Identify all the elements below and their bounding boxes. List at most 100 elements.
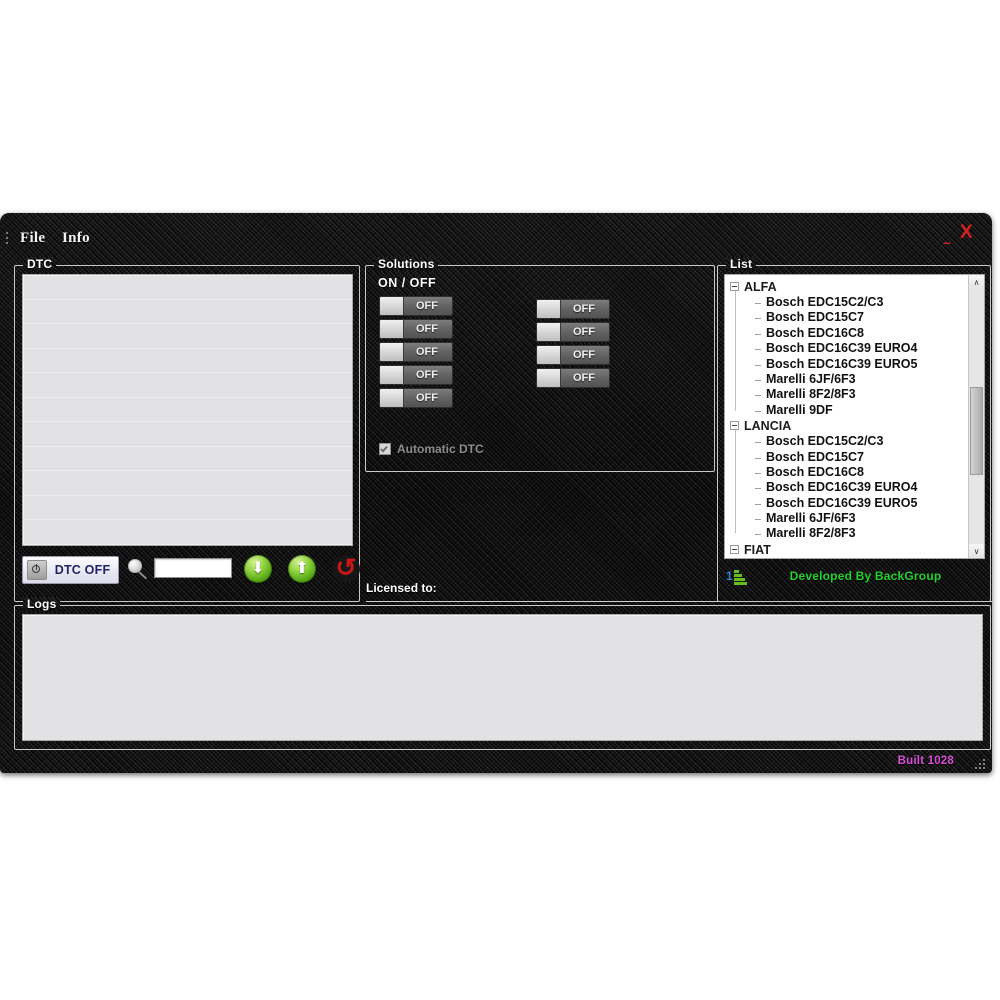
tree-item[interactable]: Bosch EDC16C39 EURO5 — [725, 357, 968, 372]
automatic-dtc-checkbox[interactable] — [379, 443, 391, 455]
close-button[interactable]: X — [960, 223, 973, 243]
scroll-up-icon[interactable]: ∧ — [969, 275, 984, 289]
tree-item[interactable]: Bosch EDC15C7 — [725, 450, 968, 465]
dtc-panel-title: DTC — [23, 257, 56, 271]
statistics-icon-bar — [734, 573, 742, 577]
arrow-down-icon: ⬇ — [251, 560, 265, 577]
menu-bar: File Info – X — [0, 213, 992, 253]
search-icon[interactable] — [126, 558, 150, 584]
solution-toggle-8[interactable]: OFF — [536, 345, 610, 365]
tree-item[interactable]: Marelli 6JF/6F3 — [725, 511, 968, 526]
search-input[interactable] — [154, 558, 232, 578]
tree-scrollbar[interactable]: ∧ ∨ — [968, 275, 984, 558]
statistics-icon[interactable]: 1 — [726, 568, 748, 585]
solution-toggle-3[interactable]: OFF — [379, 342, 453, 362]
dtc-list-row[interactable] — [23, 447, 352, 471]
list-panel-title: List — [726, 257, 756, 271]
solution-toggle-6[interactable]: OFF — [536, 299, 610, 319]
toggle-knob — [537, 369, 561, 387]
developed-by-label: Developed By BackGroup — [789, 569, 942, 583]
toggle-state-label: OFF — [573, 326, 595, 338]
solution-toggle-4[interactable]: OFF — [379, 365, 453, 385]
list-panel: List ALFA Bosch EDC15C2/C3 Bosch EDC15C7… — [717, 257, 991, 602]
arrow-up-icon: ⬆ — [295, 560, 309, 577]
tree-group-label: ALFA — [744, 280, 777, 294]
tree-item[interactable]: Bosch EDC16C39 EURO4 — [725, 341, 968, 356]
on-off-header-label: ON / OFF — [378, 276, 437, 290]
automatic-dtc-checkbox-row[interactable]: Automatic DTC — [379, 442, 484, 456]
dtc-list-row[interactable] — [23, 520, 352, 545]
solution-toggle-2[interactable]: OFF — [379, 319, 453, 339]
toggle-knob — [380, 366, 404, 384]
toggle-state-label: OFF — [416, 323, 438, 335]
menu-item-file[interactable]: File — [20, 230, 45, 247]
collapse-icon[interactable] — [730, 544, 739, 554]
dtc-list-row[interactable] — [23, 275, 352, 300]
dtc-list-row[interactable] — [23, 496, 352, 520]
solutions-panel: Solutions ON / OFF OFF OFF OFF OFF OFF O… — [365, 257, 715, 472]
dtc-list-row[interactable] — [23, 422, 352, 447]
collapse-icon[interactable] — [730, 282, 739, 291]
statistics-icon-numeral: 1 — [726, 568, 733, 583]
solution-toggle-9[interactable]: OFF — [536, 368, 610, 388]
search-icon-handle — [138, 571, 148, 580]
tree-group-label: LANCIA — [744, 419, 792, 434]
dtc-list-row[interactable] — [23, 300, 352, 324]
statistics-icon-bar — [734, 569, 739, 573]
statistics-icon-bar — [734, 577, 745, 581]
toggle-knob — [537, 300, 561, 318]
minimize-button[interactable]: – — [943, 232, 951, 252]
toggle-knob — [380, 297, 404, 315]
scrollbar-thumb[interactable] — [970, 387, 983, 475]
list-footer: 1 Developed By BackGroup — [724, 562, 983, 590]
tree-item[interactable]: Marelli 6JF/6F3 — [725, 372, 968, 387]
toggle-knob — [537, 323, 561, 341]
tree-group-fiat[interactable]: FIAT — [725, 542, 968, 558]
tree-item[interactable]: Bosch EDC16C39 EURO4 — [725, 480, 968, 495]
tree-item[interactable]: Bosch EDC16C39 EURO5 — [725, 496, 968, 511]
resize-grip-icon[interactable] — [972, 756, 985, 769]
tree-item[interactable]: Bosch EDC16C8 — [725, 326, 968, 341]
vehicle-tree[interactable]: ALFA Bosch EDC15C2/C3 Bosch EDC15C7 Bosc… — [724, 274, 985, 559]
dtc-off-button-label: DTC OFF — [54, 563, 111, 577]
solution-toggle-7[interactable]: OFF — [536, 322, 610, 342]
dtc-list-row[interactable] — [23, 349, 352, 373]
toggle-state-label: OFF — [416, 369, 438, 381]
tree-item[interactable]: Marelli 8F2/8F3 — [725, 526, 968, 541]
dtc-list[interactable] — [22, 274, 353, 546]
toggle-state-label: OFF — [416, 300, 438, 312]
tree-group-alfa[interactable]: ALFA — [725, 279, 968, 295]
download-button[interactable]: ⬇ — [244, 555, 272, 583]
tree-item[interactable]: Bosch EDC16C8 — [725, 465, 968, 480]
dtc-toolbar: DTC OFF ⬇ ⬆ ↺ — [22, 553, 360, 591]
toggle-knob — [537, 346, 561, 364]
tree-group-label: FIAT — [744, 542, 771, 557]
dtc-off-button[interactable]: DTC OFF — [22, 556, 119, 584]
dtc-list-row[interactable] — [23, 324, 352, 349]
dtc-list-row[interactable] — [23, 471, 352, 496]
toggle-state-label: OFF — [416, 346, 438, 358]
tree-item[interactable]: Marelli 8F2/8F3 — [725, 387, 968, 402]
dtc-list-row[interactable] — [23, 398, 352, 422]
build-version-label: Built 1028 — [897, 755, 954, 767]
tree-item[interactable]: Bosch EDC15C2/C3 — [725, 434, 968, 449]
dtc-panel: DTC DTC OFF ⬇ ⬆ ↺ — [14, 257, 360, 602]
scroll-down-icon[interactable]: ∨ — [969, 544, 984, 558]
tree-group-lancia[interactable]: LANCIA — [725, 418, 968, 434]
window-grip-icon[interactable] — [6, 232, 9, 245]
dtc-list-row[interactable] — [23, 373, 352, 398]
menu-item-info[interactable]: Info — [62, 230, 90, 247]
tree-item[interactable]: Bosch EDC15C7 — [725, 310, 968, 325]
upload-button[interactable]: ⬆ — [288, 555, 316, 583]
status-bar: Built 1028 — [0, 751, 992, 773]
solution-toggle-5[interactable]: OFF — [379, 388, 453, 408]
statistics-icon-bar — [734, 581, 747, 585]
refresh-icon: ↺ — [335, 554, 357, 582]
logs-textarea[interactable] — [22, 614, 983, 741]
tree-item[interactable]: Bosch EDC15C2/C3 — [725, 295, 968, 310]
refresh-button[interactable]: ↺ — [332, 555, 360, 583]
solution-toggle-1[interactable]: OFF — [379, 296, 453, 316]
tree-item[interactable]: Marelli 9DF — [725, 403, 968, 418]
automatic-dtc-label: Automatic DTC — [397, 442, 484, 456]
collapse-icon[interactable] — [730, 421, 739, 431]
